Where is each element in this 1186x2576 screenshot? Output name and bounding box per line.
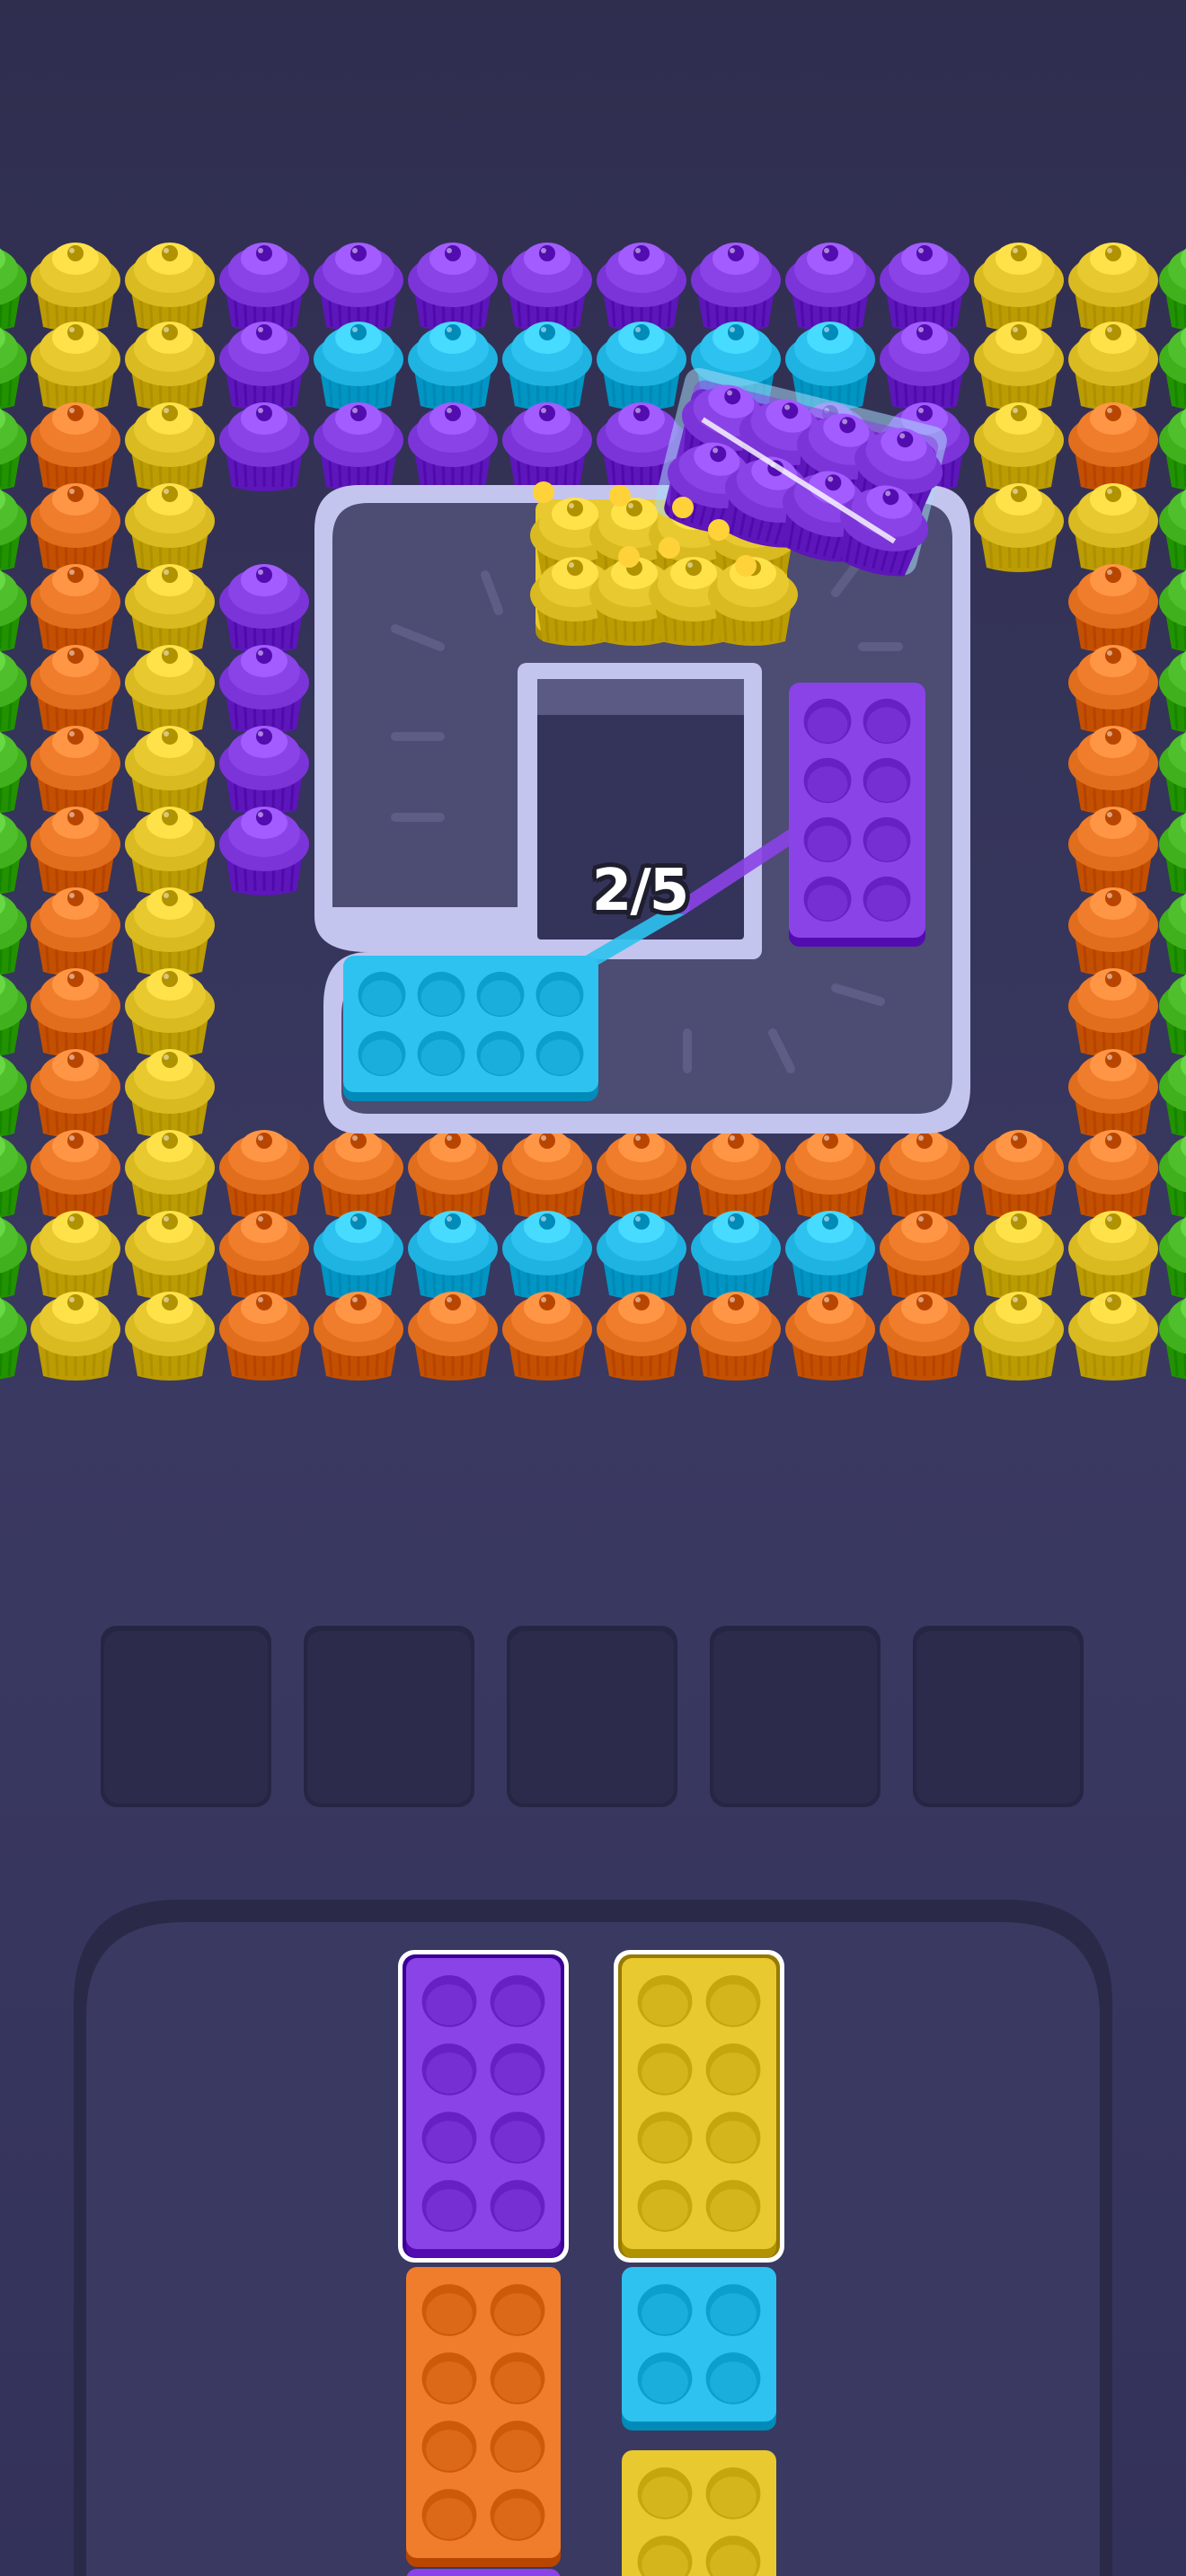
crumb	[659, 537, 680, 559]
game-scene	[0, 0, 1186, 2576]
queue-tray-purple[interactable]	[398, 1950, 569, 2263]
crumb	[609, 485, 631, 507]
holding-slot-3[interactable]	[507, 1626, 677, 1807]
tray-queue-panel	[74, 1900, 1112, 2576]
crumb	[533, 481, 554, 503]
queue-tray-purple[interactable]	[406, 2569, 561, 2576]
holding-slot-4[interactable]	[710, 1626, 881, 1807]
tray-cyan-waiting	[343, 956, 598, 1101]
crumb	[708, 519, 730, 541]
holding-slots	[101, 1626, 1084, 1807]
holding-slot-5[interactable]	[913, 1626, 1084, 1807]
holding-slot-1[interactable]	[101, 1626, 271, 1807]
crumb	[735, 555, 757, 577]
crumb	[672, 497, 694, 518]
delivery-counter: 2/5	[591, 858, 689, 924]
queue-tray-orange[interactable]	[406, 2267, 561, 2567]
tray-purple-waiting	[789, 683, 925, 947]
queue-tray-yellow[interactable]	[614, 1950, 784, 2263]
crumb	[618, 546, 640, 568]
holding-slot-2[interactable]	[304, 1626, 474, 1807]
queue-tray-cyan[interactable]	[622, 2267, 776, 2430]
queue-tray-yellow[interactable]	[622, 2450, 776, 2576]
